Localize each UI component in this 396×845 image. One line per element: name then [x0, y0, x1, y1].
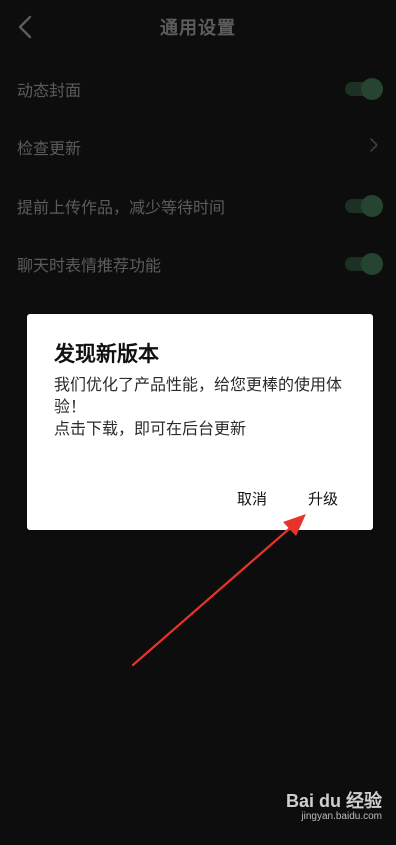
- dialog-message: 我们优化了产品性能，给您更棒的使用体验！ 点击下载，即可在后台更新: [54, 374, 354, 440]
- baidu-jingyan-watermark: Bai du 经验 jingyan.baidu.com: [278, 787, 382, 831]
- dialog-title: 发现新版本: [54, 342, 159, 366]
- watermark-url: jingyan.baidu.com: [301, 811, 382, 822]
- dialog-message-line: 我们优化了产品性能，给您更棒的使用体验！: [54, 375, 343, 416]
- cancel-button[interactable]: 取消: [237, 488, 267, 509]
- upgrade-button[interactable]: 升级: [308, 488, 338, 509]
- dialog-message-line: 点击下载，即可在后台更新: [54, 419, 247, 438]
- baidu-logo: Bai du 经验: [285, 791, 382, 811]
- update-dialog: 发现新版本 我们优化了产品性能，给您更棒的使用体验！ 点击下载，即可在后台更新 …: [27, 314, 373, 530]
